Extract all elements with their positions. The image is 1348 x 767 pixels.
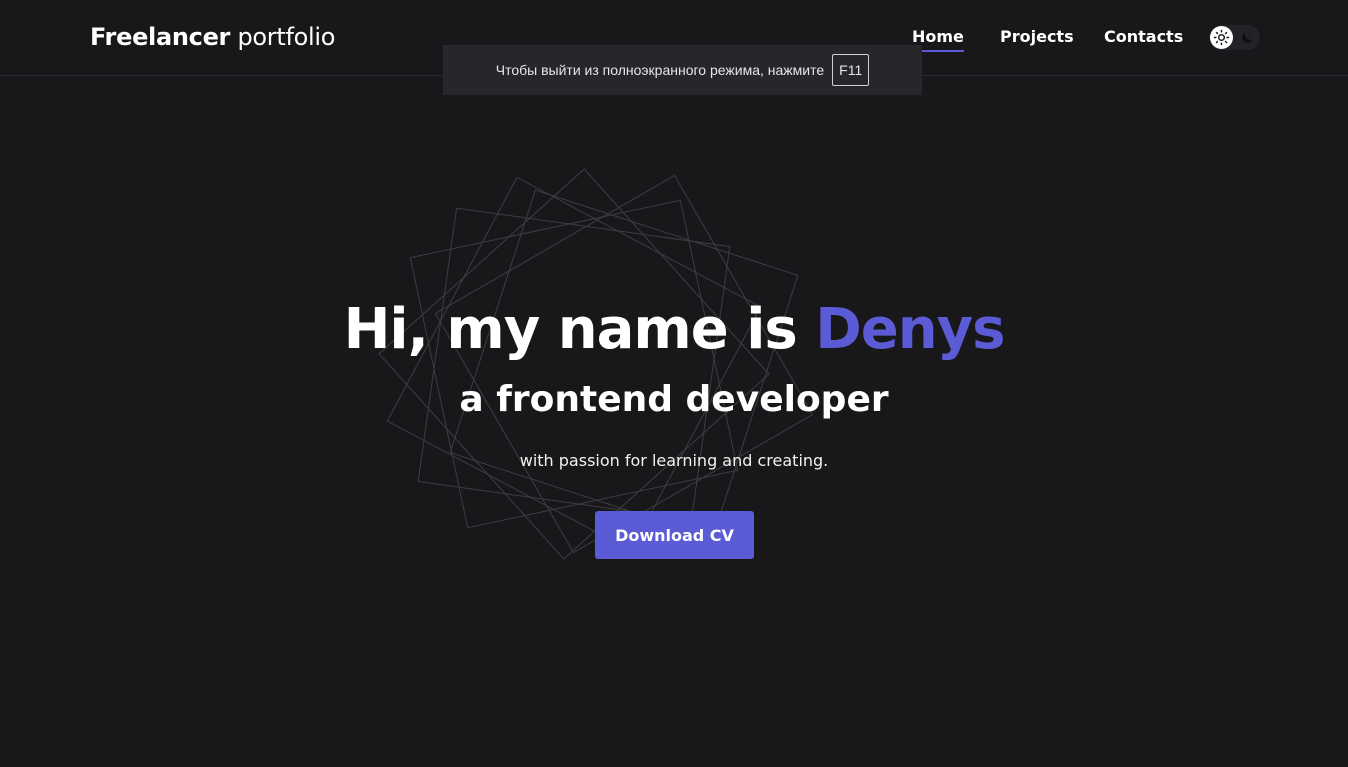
nav-projects-link[interactable]: Projects <box>1000 27 1074 47</box>
nav-contacts-link[interactable]: Contacts <box>1104 27 1183 47</box>
sun-icon <box>1210 26 1233 49</box>
f11-key-badge: F11 <box>832 54 870 86</box>
download-cv-button[interactable]: Download CV <box>595 511 754 559</box>
hero-greeting: Hi, my name is <box>343 297 816 362</box>
hero-subtitle: a frontend developer <box>459 379 889 420</box>
page: Freelancer portfolio Home Projects Conta… <box>0 0 1348 767</box>
hero-name: Denys <box>815 297 1005 362</box>
hero-tagline: with passion for learning and creating. <box>519 451 829 470</box>
theme-toggle[interactable] <box>1209 25 1260 50</box>
hero-title: Hi, my name is Denys <box>0 296 1348 364</box>
fullscreen-exit-notice: Чтобы выйти из полноэкранного режима, на… <box>443 45 922 95</box>
fullscreen-notice-text: Чтобы выйти из полноэкранного режима, на… <box>495 62 825 78</box>
moon-icon <box>1235 26 1258 49</box>
